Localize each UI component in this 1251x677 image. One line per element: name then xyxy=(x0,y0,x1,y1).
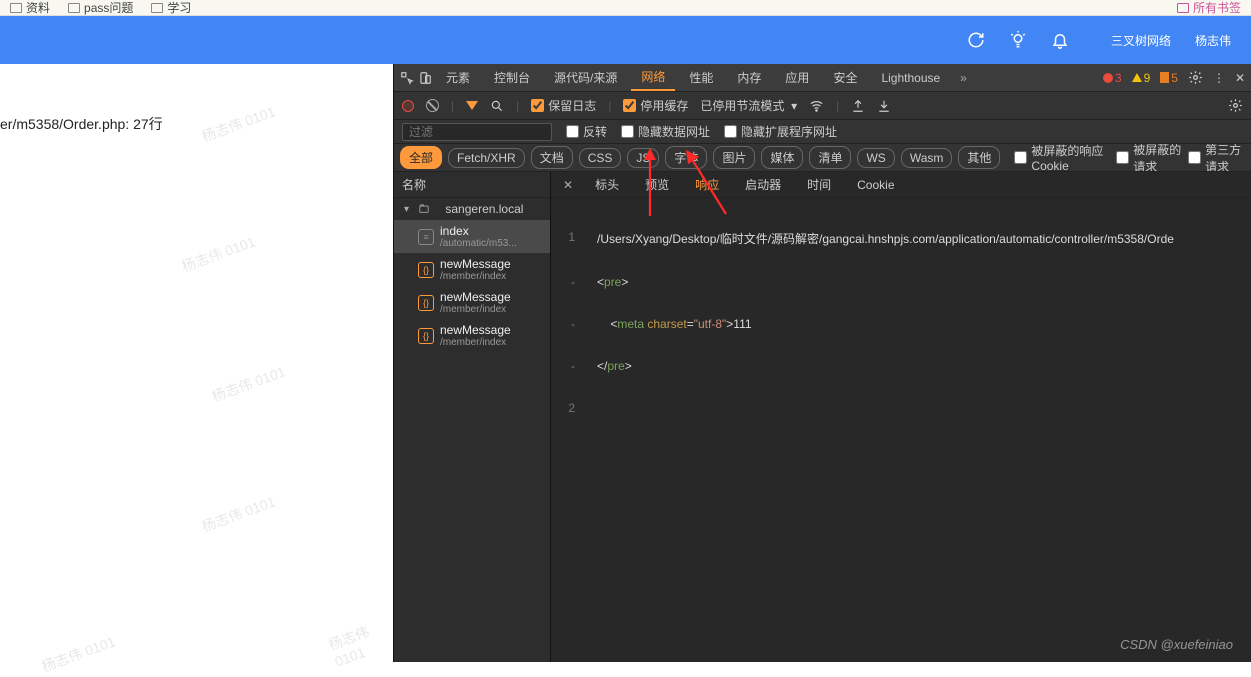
pill-all[interactable]: 全部 xyxy=(400,146,442,169)
gear-icon[interactable] xyxy=(1228,98,1243,113)
record-icon[interactable] xyxy=(402,100,414,112)
type-filter-bar: 全部 Fetch/XHR 文档 CSS JS 字体 图片 媒体 清单 WS Wa… xyxy=(394,144,1251,172)
detail-tab-timing[interactable]: 时间 xyxy=(795,172,843,197)
detail-tab-initiator[interactable]: 启动器 xyxy=(733,172,793,197)
pill-css[interactable]: CSS xyxy=(579,148,622,168)
tab-lighthouse[interactable]: Lighthouse xyxy=(871,67,950,89)
tabs-overflow-icon[interactable]: » xyxy=(954,71,973,85)
domain-row[interactable]: sangeren.local xyxy=(394,198,550,220)
bookmark-all[interactable]: 所有书签 xyxy=(1177,0,1241,16)
filter-icon[interactable] xyxy=(466,101,478,110)
tab-sources[interactable]: 源代码/来源 xyxy=(544,65,627,90)
watermark: 杨志伟 0101 xyxy=(179,231,258,276)
device-icon[interactable] xyxy=(418,71,432,85)
hide-data-url-checkbox[interactable]: 隐藏数据网址 xyxy=(621,123,710,140)
watermark: 杨志伟 0101 xyxy=(326,614,398,669)
close-icon[interactable]: ✕ xyxy=(1235,71,1245,85)
request-row[interactable]: ≡index/automatic/m53... xyxy=(394,220,550,253)
devtools-tabs: 元素 控制台 源代码/来源 网络 性能 内存 应用 安全 Lighthouse … xyxy=(394,64,1251,92)
watermark: 杨志伟 0101 xyxy=(199,491,278,536)
disable-cache-checkbox[interactable]: 停用缓存 xyxy=(623,97,688,114)
xhr-icon: {} xyxy=(418,328,434,344)
bell-icon[interactable] xyxy=(1051,31,1069,49)
source-watermark: CSDN @xuefeiniao xyxy=(1120,637,1233,652)
blocked-request-checkbox[interactable]: 被屏蔽的请求 xyxy=(1116,144,1182,172)
detail-tab-cookie[interactable]: Cookie xyxy=(845,174,906,196)
watermark: 杨志伟 0101 xyxy=(209,361,288,406)
tab-elements[interactable]: 元素 xyxy=(436,65,480,90)
watermark: 杨志伟 0101 xyxy=(39,631,118,676)
filter-input[interactable] xyxy=(402,123,552,141)
tab-security[interactable]: 安全 xyxy=(823,65,867,90)
issues-badge[interactable]: 5 xyxy=(1160,71,1178,85)
pill-manifest[interactable]: 清单 xyxy=(809,146,851,169)
bookmark-item[interactable]: 资料 xyxy=(10,0,50,16)
errors-badge[interactable]: 3 xyxy=(1103,71,1122,85)
network-toolbar: | | 保留日志 | 停用缓存 已停用节流模式 ▾ | xyxy=(394,92,1251,120)
status-line: er/m5358/Order.php: 27行 xyxy=(0,64,393,134)
upload-icon[interactable] xyxy=(851,99,865,113)
tab-console[interactable]: 控制台 xyxy=(484,65,540,90)
detail-tab-preview[interactable]: 预览 xyxy=(633,172,681,197)
pill-other[interactable]: 其他 xyxy=(958,146,1000,169)
invert-checkbox[interactable]: 反转 xyxy=(566,123,607,140)
pill-fetch[interactable]: Fetch/XHR xyxy=(448,148,525,168)
clear-icon[interactable] xyxy=(426,99,439,112)
wifi-icon[interactable] xyxy=(809,98,824,113)
more-icon[interactable]: ⋮ xyxy=(1213,71,1225,85)
warnings-badge[interactable]: 9 xyxy=(1132,71,1151,85)
request-row[interactable]: {}newMessage/member/index xyxy=(394,253,550,286)
detail-tabs: ✕ 标头 预览 响应 启动器 时间 Cookie xyxy=(551,172,1251,198)
tab-performance[interactable]: 性能 xyxy=(679,65,723,90)
pill-img[interactable]: 图片 xyxy=(713,146,755,169)
xhr-icon: {} xyxy=(418,295,434,311)
tab-application[interactable]: 应用 xyxy=(775,65,819,90)
request-row[interactable]: {}newMessage/member/index xyxy=(394,319,550,352)
browser-toolbar: 三叉树网络 杨志伟 xyxy=(0,16,1251,64)
pill-ws[interactable]: WS xyxy=(857,148,894,168)
response-body[interactable]: 1/Users/Xyang/Desktop/临时文件/源码解密/gangcai.… xyxy=(551,198,1251,662)
user-label: 杨志伟 xyxy=(1195,32,1231,49)
search-icon[interactable] xyxy=(490,99,504,113)
detail-tab-response[interactable]: 响应 xyxy=(683,172,731,197)
pill-doc[interactable]: 文档 xyxy=(531,146,573,169)
folder-icon xyxy=(10,3,22,13)
list-header: 名称 xyxy=(394,172,550,198)
page-content: er/m5358/Order.php: 27行 杨志伟 0101 杨志伟 010… xyxy=(0,64,393,662)
third-party-checkbox[interactable]: 第三方请求 xyxy=(1188,144,1245,172)
devtools-panel: 元素 控制台 源代码/来源 网络 性能 内存 应用 安全 Lighthouse … xyxy=(393,64,1251,662)
close-icon[interactable]: ✕ xyxy=(555,176,581,194)
lightbulb-icon[interactable] xyxy=(1009,31,1027,49)
bookmark-item[interactable]: 学习 xyxy=(151,0,191,16)
preserve-log-checkbox[interactable]: 保留日志 xyxy=(531,97,596,114)
filter-bar: 反转 隐藏数据网址 隐藏扩展程序网址 xyxy=(394,120,1251,144)
pill-js[interactable]: JS xyxy=(627,148,659,168)
blocked-cookie-checkbox[interactable]: 被屏蔽的响应 Cookie xyxy=(1014,144,1110,172)
request-list: 名称 sangeren.local ≡index/automatic/m53..… xyxy=(394,172,551,662)
bookmark-item[interactable]: pass问题 xyxy=(68,0,133,16)
folder-icon xyxy=(1177,3,1189,13)
brand-label: 三叉树网络 xyxy=(1111,32,1171,49)
request-row[interactable]: {}newMessage/member/index xyxy=(394,286,550,319)
throttle-select[interactable]: 已停用节流模式 ▾ xyxy=(700,97,797,114)
bookmark-bar: 资料 pass问题 学习 所有书签 xyxy=(0,0,1251,16)
refresh-icon[interactable] xyxy=(967,31,985,49)
folder-icon xyxy=(68,3,80,13)
xhr-icon: {} xyxy=(418,262,434,278)
document-icon: ≡ xyxy=(418,229,434,245)
inspect-icon[interactable] xyxy=(400,71,414,85)
detail-tab-headers[interactable]: 标头 xyxy=(583,172,631,197)
pill-media[interactable]: 媒体 xyxy=(761,146,803,169)
gear-icon[interactable] xyxy=(1188,70,1203,85)
tab-network[interactable]: 网络 xyxy=(631,64,675,91)
pill-wasm[interactable]: Wasm xyxy=(901,148,953,168)
tab-memory[interactable]: 内存 xyxy=(727,65,771,90)
hide-ext-url-checkbox[interactable]: 隐藏扩展程序网址 xyxy=(724,123,837,140)
pill-font[interactable]: 字体 xyxy=(665,146,707,169)
download-icon[interactable] xyxy=(877,99,891,113)
request-detail: ✕ 标头 预览 响应 启动器 时间 Cookie 1/Users/Xyang/D… xyxy=(551,172,1251,662)
folder-icon xyxy=(151,3,163,13)
